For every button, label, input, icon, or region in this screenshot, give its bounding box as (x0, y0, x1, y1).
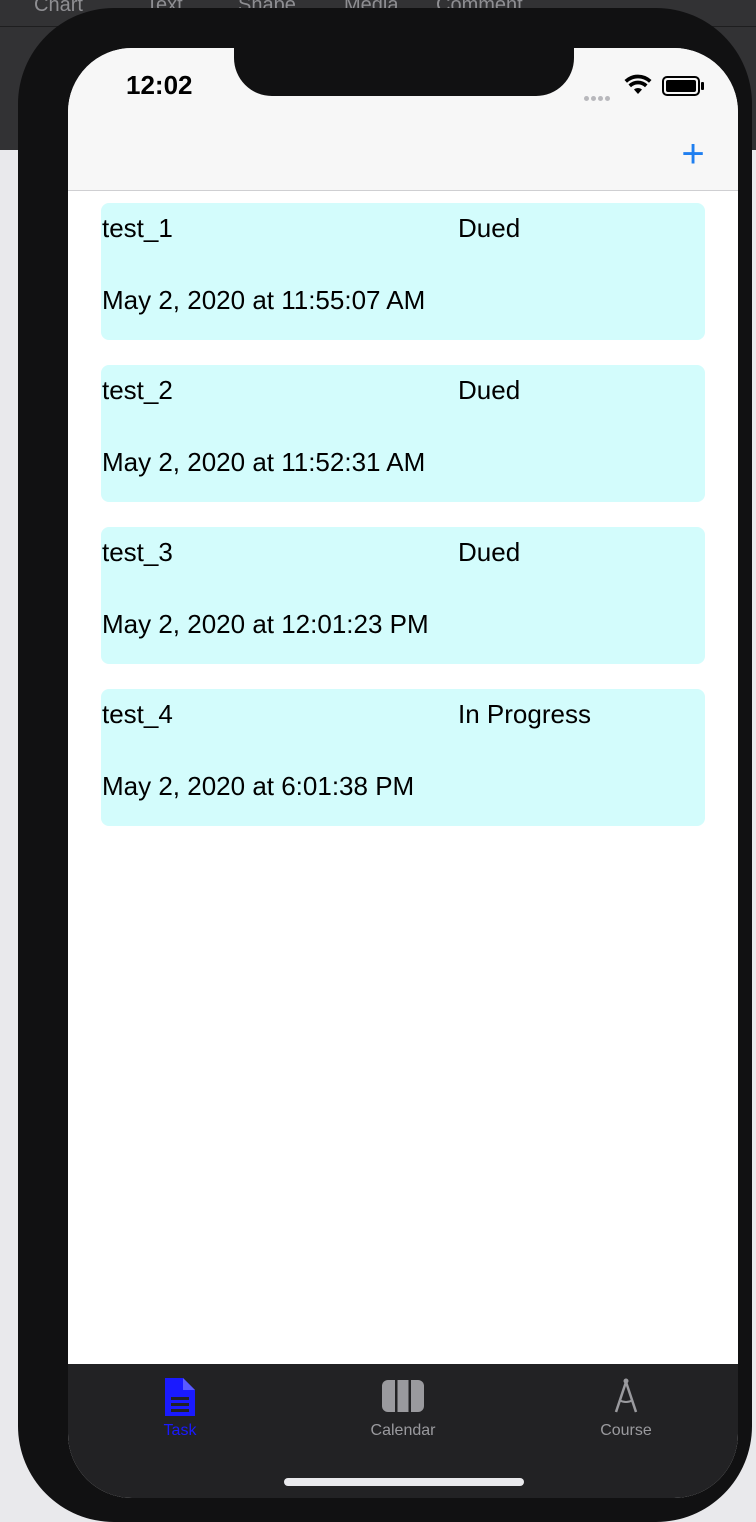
tab-bar: Task Calendar Course (68, 1364, 738, 1498)
tab-task[interactable]: Task (120, 1378, 240, 1448)
calendar-columns-icon (382, 1380, 424, 1412)
task-name: test_3 (102, 537, 173, 567)
task-card-3[interactable]: test_3 Dued May 2, 2020 at 12:01:23 PM (101, 527, 705, 664)
status-bar: 12:02 (68, 48, 738, 138)
tab-course[interactable]: Course (566, 1378, 686, 1448)
compass-icon (614, 1378, 638, 1413)
task-date: May 2, 2020 at 11:52:31 AM (102, 447, 426, 477)
task-card-2[interactable]: test_2 Dued May 2, 2020 at 11:52:31 AM (101, 365, 705, 502)
status-time: 12:02 (126, 70, 193, 100)
cellular-signal-icon (584, 88, 612, 106)
task-status: Dued (458, 537, 521, 567)
document-icon (165, 1378, 195, 1416)
notch (234, 48, 574, 96)
navigation-bar: + (68, 134, 738, 191)
task-date: May 2, 2020 at 12:01:23 PM (102, 609, 429, 639)
tab-label: Calendar (370, 1422, 436, 1439)
task-list: test_1 Dued May 2, 2020 at 11:55:07 AM t… (101, 203, 705, 851)
tab-label: Task (163, 1422, 197, 1439)
task-name: test_4 (102, 699, 173, 729)
task-name: test_1 (102, 213, 173, 243)
home-indicator[interactable] (284, 1478, 524, 1486)
add-task-button[interactable]: + (673, 134, 713, 174)
plus-icon: + (681, 132, 705, 176)
phone-frame: 12:02 + test_1 Dued May 2, 2020 at 11:55… (18, 8, 752, 1522)
task-date: May 2, 2020 at 11:55:07 AM (102, 285, 426, 315)
task-status: Dued (458, 213, 521, 243)
task-date: May 2, 2020 at 6:01:38 PM (102, 771, 415, 801)
task-card-4[interactable]: test_4 In Progress May 2, 2020 at 6:01:3… (101, 689, 705, 826)
task-card-1[interactable]: test_1 Dued May 2, 2020 at 11:55:07 AM (101, 203, 705, 340)
wifi-icon (624, 74, 652, 94)
battery-icon (662, 76, 704, 96)
host-menu-chart[interactable]: Chart (34, 0, 83, 17)
tab-label: Course (600, 1422, 652, 1439)
tab-calendar[interactable]: Calendar (343, 1378, 463, 1448)
task-status: Dued (458, 375, 521, 405)
task-name: test_2 (102, 375, 173, 405)
phone-screen: 12:02 + test_1 Dued May 2, 2020 at 11:55… (68, 48, 738, 1498)
task-status: In Progress (458, 699, 591, 729)
